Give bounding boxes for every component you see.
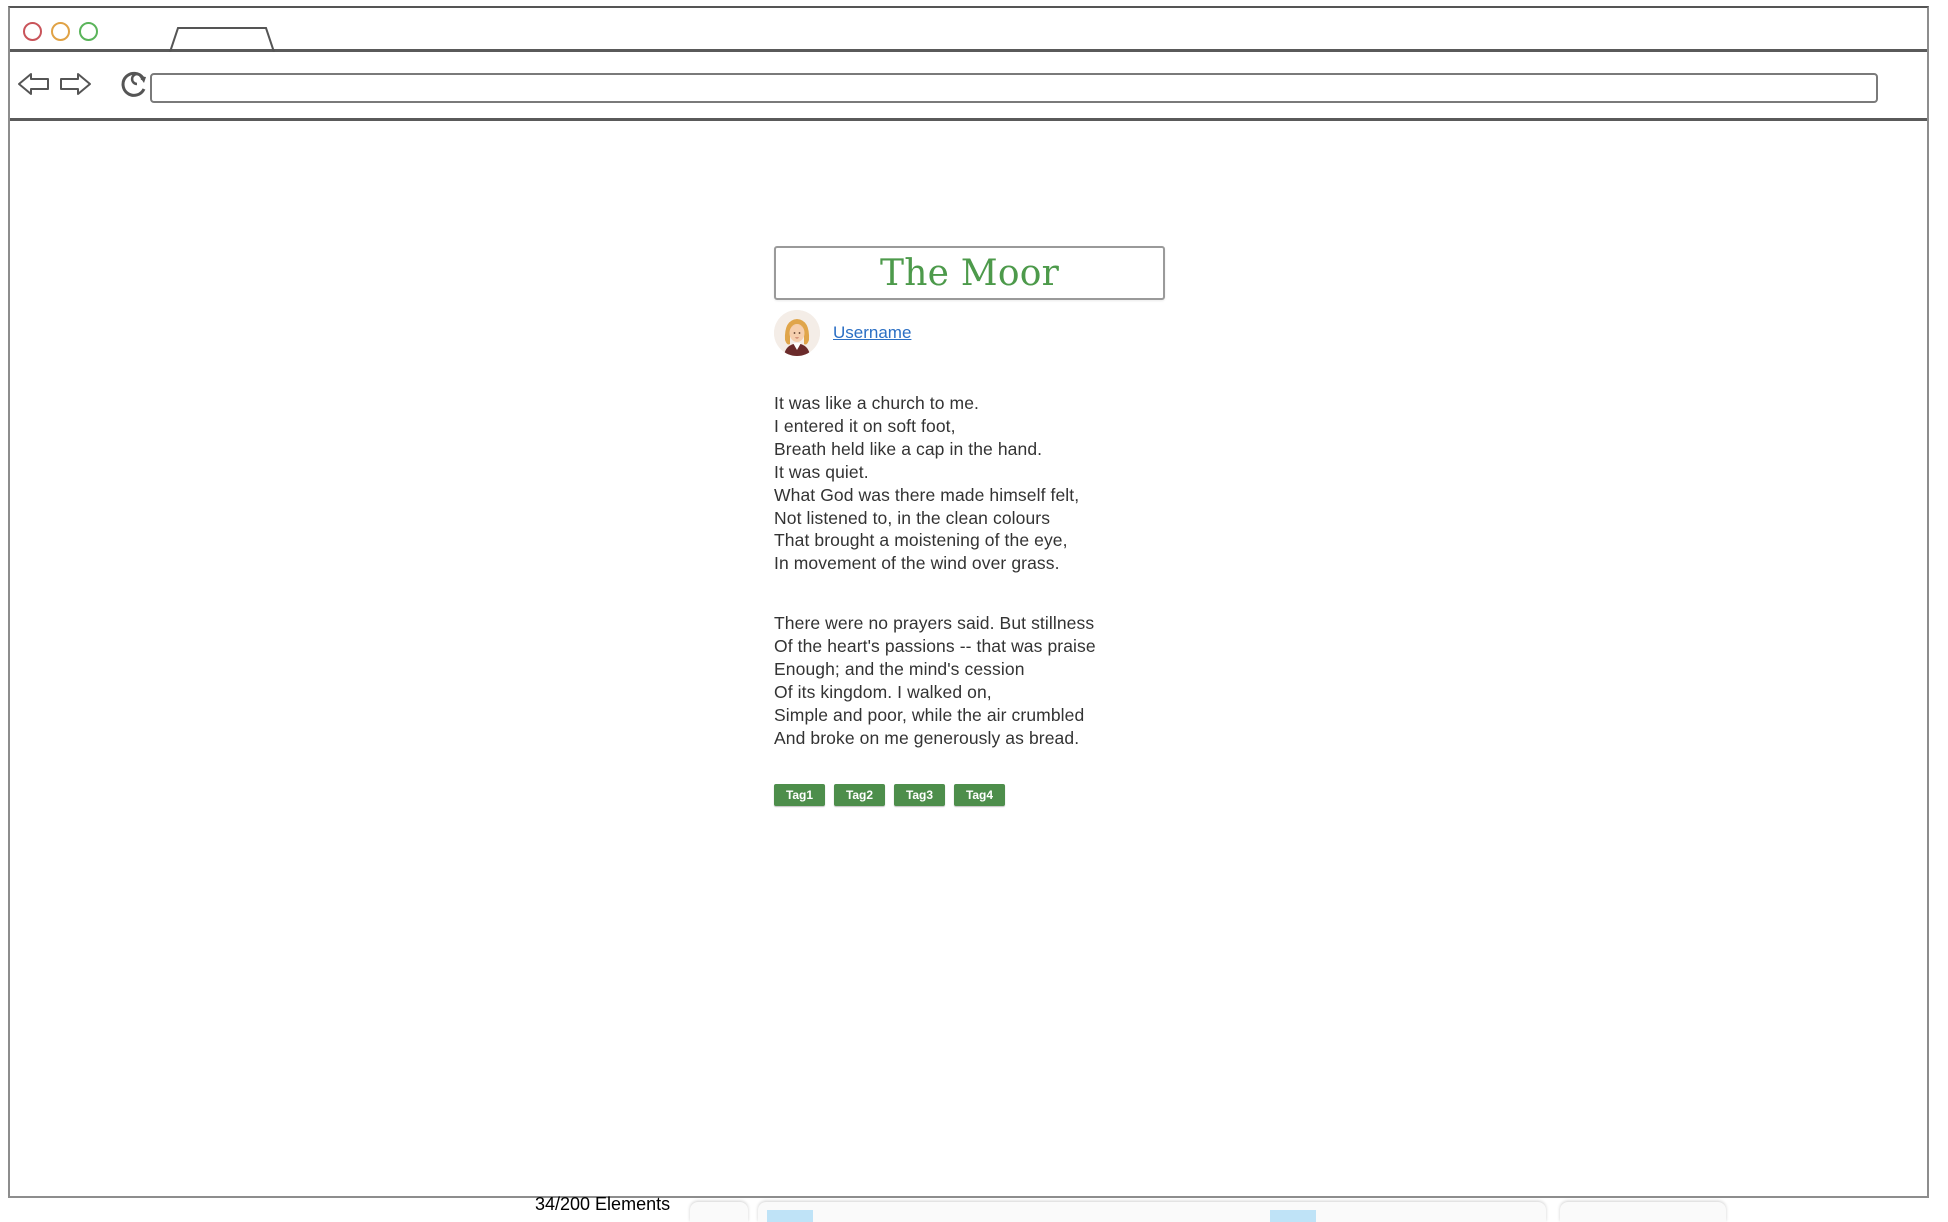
poem-line: There were no prayers said. But stillnes… xyxy=(774,613,1095,634)
post-title-box: The Moor xyxy=(774,246,1165,300)
dock-panel xyxy=(758,1202,1546,1222)
poem-line: Of its kingdom. I walked on, xyxy=(774,681,992,702)
tag-badge[interactable]: Tag2 xyxy=(834,784,885,806)
reload-icon[interactable] xyxy=(117,69,151,99)
tag-badge[interactable]: Tag4 xyxy=(954,784,1005,806)
avatar-portrait-icon xyxy=(774,310,820,356)
element-count-label: 34/200 Elements xyxy=(535,1194,671,1214)
browser-title-bar xyxy=(10,8,1927,52)
avatar[interactable] xyxy=(774,310,820,356)
author-username-link[interactable]: Username xyxy=(833,323,911,343)
poem-body: It was like a church to me. I entered it… xyxy=(774,392,1174,787)
poem-line: Of the heart's passions -- that was prai… xyxy=(774,636,1096,657)
poem-line: Breath held like a cap in the hand. xyxy=(774,438,1043,459)
dock-panel xyxy=(690,1202,748,1222)
dock-swatch xyxy=(1270,1210,1316,1222)
address-bar[interactable] xyxy=(150,73,1878,103)
poem-line: Simple and poor, while the air crumbled xyxy=(774,704,1085,725)
dock-swatch xyxy=(767,1210,813,1222)
post-title: The Moor xyxy=(880,252,1059,294)
tag-badge[interactable]: Tag1 xyxy=(774,784,825,806)
post-content: The Moor Username It was like a church t… xyxy=(774,246,1174,806)
tag-list: Tag1 Tag2 Tag3 Tag4 xyxy=(774,784,1005,806)
poem-line: And broke on me generously as bread. xyxy=(774,727,1080,748)
poem-line: Not listened to, in the clean colours xyxy=(774,507,1051,528)
poem-line: It was quiet. xyxy=(774,461,869,482)
poem-line: Enough; and the mind's cession xyxy=(774,659,1025,680)
back-arrow-icon[interactable] xyxy=(17,69,51,99)
minimize-window-icon[interactable] xyxy=(51,22,70,41)
poem-line: What God was there made himself felt, xyxy=(774,484,1080,505)
author-row: Username xyxy=(774,310,1074,356)
dock-panel xyxy=(1560,1202,1726,1222)
poem-line: I entered it on soft foot, xyxy=(774,415,956,436)
close-window-icon[interactable] xyxy=(23,22,42,41)
poem-line: It was like a church to me. xyxy=(774,393,980,413)
forward-arrow-icon[interactable] xyxy=(58,69,92,99)
stanza: There were no prayers said. But stillnes… xyxy=(774,612,1174,749)
browser-tab[interactable] xyxy=(168,24,278,52)
poem-line: That brought a moistening of the eye, xyxy=(774,530,1068,551)
stanza: It was like a church to me. I entered it… xyxy=(774,392,1174,575)
poem-line: In movement of the wind over grass. xyxy=(774,553,1060,574)
browser-nav-bar xyxy=(10,52,1927,121)
tag-badge[interactable]: Tag3 xyxy=(894,784,945,806)
maximize-window-icon[interactable] xyxy=(79,22,98,41)
